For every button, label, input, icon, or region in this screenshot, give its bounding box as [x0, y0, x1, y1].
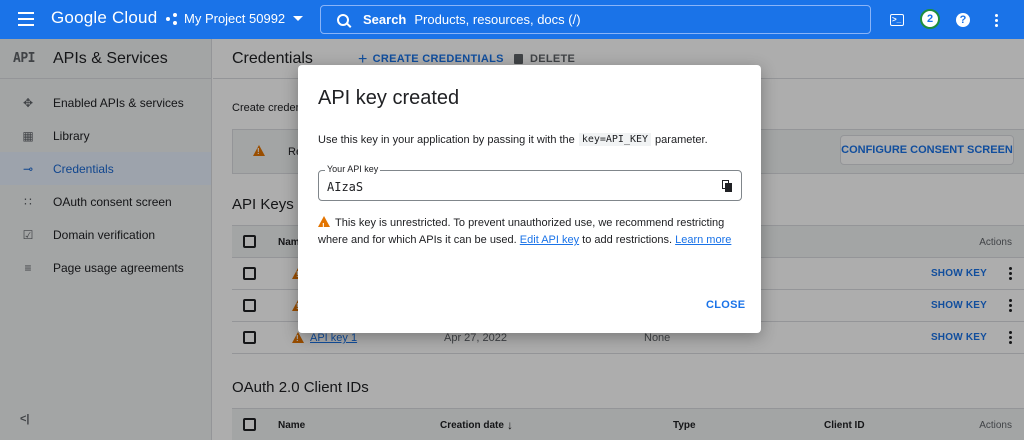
search-placeholder: Products, resources, docs (/)	[414, 12, 581, 27]
close-button[interactable]: CLOSE	[706, 299, 745, 311]
google-cloud-logo[interactable]: Google Cloud	[51, 8, 157, 28]
project-icon	[166, 12, 178, 25]
api-key-field-label: Your API key	[325, 164, 381, 174]
api-key-field[interactable]: Your API key AIzaS	[318, 164, 742, 201]
unrestricted-warning: This key is unrestricted. To prevent una…	[318, 215, 738, 249]
warning-icon	[318, 216, 330, 235]
chevron-down-icon	[293, 16, 304, 21]
api-key-param-code: key=API_KEY	[578, 133, 652, 146]
more-vert-icon[interactable]	[986, 10, 1006, 30]
notifications-badge[interactable]: 2	[920, 9, 940, 29]
cloud-shell-icon[interactable]: >_	[887, 10, 907, 30]
api-key-value[interactable]: AIzaS	[327, 180, 363, 194]
api-key-dialog: API key created Use this key in your app…	[298, 65, 761, 333]
search-label: Search	[363, 12, 407, 27]
dialog-description: Use this key in your application by pass…	[318, 133, 708, 146]
menu-icon[interactable]	[18, 12, 34, 26]
copy-icon[interactable]	[722, 180, 733, 192]
edit-api-key-link[interactable]: Edit API key	[520, 234, 579, 246]
top-bar: Google Cloud My Project 50992 Search Pro…	[0, 0, 1024, 39]
search-icon	[337, 13, 349, 26]
dialog-title: API key created	[318, 87, 460, 109]
learn-more-link[interactable]: Learn more	[675, 234, 731, 246]
help-icon[interactable]: ?	[953, 10, 973, 30]
search-bar[interactable]: Search Products, resources, docs (/)	[320, 5, 871, 34]
project-name: My Project 50992	[184, 11, 286, 26]
project-selector[interactable]: My Project 50992	[166, 11, 304, 26]
